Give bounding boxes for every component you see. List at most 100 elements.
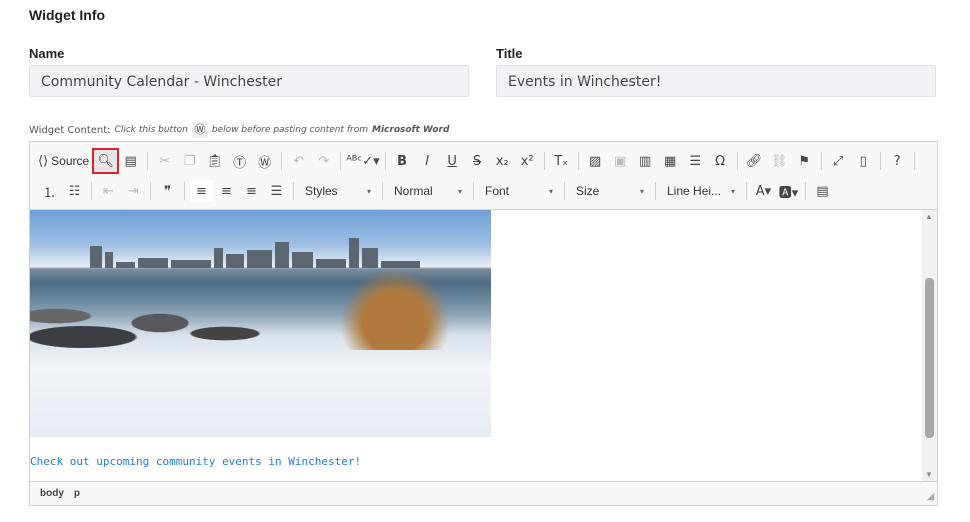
- undo-icon: ↶: [293, 153, 305, 169]
- redo-button[interactable]: ↷: [312, 150, 335, 172]
- blockquote-button[interactable]: ❞: [156, 180, 179, 202]
- paste-button[interactable]: 📋︎: [203, 150, 226, 172]
- scroll-up-icon[interactable]: ▲: [925, 212, 933, 221]
- text-color-icon: A▾: [755, 183, 772, 199]
- anchor-icon: ⚑: [798, 153, 810, 169]
- paste-text-button[interactable]: Ⓣ: [228, 150, 251, 172]
- image-button[interactable]: ▨: [584, 150, 607, 172]
- toolbar-separator: [281, 152, 283, 170]
- source-button[interactable]: ⟨⟩ Source: [38, 150, 92, 172]
- help-icon: ?: [893, 153, 901, 169]
- align-center-button[interactable]: ≡: [215, 180, 238, 202]
- content-paragraph[interactable]: Check out upcoming community events in W…: [30, 455, 361, 468]
- indent-icon: ⇥: [128, 183, 139, 199]
- bulleted-list-button[interactable]: ☷: [63, 180, 86, 202]
- resize-grip-icon[interactable]: ◢: [927, 491, 934, 502]
- paste-icon: 📋︎: [206, 153, 223, 169]
- numbered-list-button[interactable]: ⒈: [38, 180, 61, 202]
- table-button[interactable]: ▦: [659, 150, 682, 172]
- editor-content[interactable]: Check out upcoming community events in W…: [30, 210, 922, 481]
- horizontal-rule-icon: ☰: [689, 153, 701, 169]
- title-label: Title: [496, 46, 523, 61]
- name-label: Name: [29, 46, 65, 61]
- unlink-button[interactable]: ⛓: [768, 150, 791, 172]
- format-dropdown[interactable]: Normal ▾: [388, 180, 468, 202]
- align-right-button[interactable]: ≡: [240, 180, 263, 202]
- size-dropdown[interactable]: Size ▾: [570, 180, 650, 202]
- preview-icon: 🔍︎: [97, 153, 114, 169]
- scroll-down-icon[interactable]: ▼: [925, 470, 933, 479]
- scrollbar-thumb[interactable]: [925, 278, 934, 438]
- chevron-down-icon: ▾: [457, 186, 462, 196]
- toolbar-separator: [879, 152, 881, 170]
- blockquote-icon: ❞: [164, 183, 171, 199]
- maximize-icon: ⤢: [832, 153, 844, 169]
- align-left-icon: ≡: [196, 183, 207, 199]
- bold-button[interactable]: B: [391, 150, 414, 172]
- iframe-button[interactable]: ▥: [634, 150, 657, 172]
- align-center-icon: ≡: [221, 183, 232, 199]
- toolbar-separator: [655, 182, 656, 200]
- templates-button[interactable]: ▤: [119, 150, 142, 172]
- spellcheck-button[interactable]: ᴬᴮᶜ✓▾: [346, 150, 379, 172]
- flash-icon: ▣: [613, 153, 627, 169]
- subscript-button[interactable]: x₂: [491, 150, 514, 172]
- show-blocks-button[interactable]: ▯: [852, 150, 875, 172]
- horizontal-rule-button[interactable]: ☰: [684, 150, 707, 172]
- flash-button[interactable]: ▣: [609, 150, 632, 172]
- document-button[interactable]: ▤: [811, 180, 834, 202]
- text-color-button[interactable]: A▾: [752, 180, 775, 202]
- italic-button[interactable]: I: [416, 150, 439, 172]
- rocks: [30, 295, 290, 365]
- path-body[interactable]: body: [40, 488, 64, 499]
- name-input[interactable]: Community Calendar - Winchester: [29, 65, 469, 97]
- toolbar-separator: [150, 182, 151, 200]
- rich-text-editor: ⟨⟩ Source 🔍︎ ▤ ✂ ❐ 📋︎ Ⓣ Ⓦ ↶ ↷ ᴬᴮᶜ✓▾ B I U Sx₂ x² Tₓ ▨ ▣ ▥ ▦ ☰ Ω…: [29, 141, 938, 506]
- path-p[interactable]: p: [74, 488, 80, 499]
- preview-button[interactable]: 🔍︎: [92, 148, 120, 174]
- outdent-icon: ⇤: [103, 183, 114, 199]
- superscript-button[interactable]: x²: [516, 150, 539, 172]
- special-char-button[interactable]: Ω: [709, 150, 732, 172]
- align-right-icon: ≡: [246, 183, 257, 199]
- format-value: Normal: [394, 184, 433, 198]
- toolbar-separator: [913, 152, 915, 170]
- title-input[interactable]: Events in Winchester!: [496, 65, 936, 97]
- image-icon: ▨: [588, 153, 602, 169]
- superscript-icon: x²: [520, 153, 534, 169]
- indent-button[interactable]: ⇥: [122, 180, 145, 202]
- strikethrough-button[interactable]: S: [466, 150, 489, 172]
- redo-icon: ↷: [318, 153, 330, 169]
- line-height-dropdown[interactable]: Line Hei... ▾: [661, 180, 741, 202]
- spellcheck-icon: ᴬᴮᶜ✓▾: [346, 153, 380, 169]
- cut-button[interactable]: ✂: [153, 150, 176, 172]
- label-text: Widget Content:: [29, 124, 111, 136]
- cut-icon: ✂: [159, 153, 171, 169]
- section-title: Widget Info: [29, 7, 106, 23]
- toolbar-separator: [91, 182, 92, 200]
- align-left-button[interactable]: ≡: [190, 180, 213, 202]
- background-color-button[interactable]: 🅰▾: [777, 180, 800, 202]
- outdent-button[interactable]: ⇤: [97, 180, 120, 202]
- styles-dropdown[interactable]: Styles ▾: [299, 180, 377, 202]
- remove-format-icon: Tₓ: [554, 153, 568, 169]
- copy-button[interactable]: ❐: [178, 150, 201, 172]
- font-dropdown[interactable]: Font ▾: [479, 180, 559, 202]
- help-button[interactable]: ?: [886, 150, 909, 172]
- toolbar-separator: [384, 152, 386, 170]
- maximize-button[interactable]: ⤢: [827, 150, 850, 172]
- justify-button[interactable]: ☰: [265, 180, 288, 202]
- underline-button[interactable]: U: [441, 150, 464, 172]
- editor-scrollbar[interactable]: ▲ ▼: [922, 210, 937, 481]
- undo-button[interactable]: ↶: [287, 150, 310, 172]
- toolbar-separator: [293, 182, 294, 200]
- remove-format-button[interactable]: Tₓ: [550, 150, 573, 172]
- city-winter-photo: [30, 210, 491, 437]
- line-height-value: Line Hei...: [667, 184, 722, 198]
- anchor-button[interactable]: ⚑: [793, 150, 816, 172]
- copy-icon: ❐: [183, 153, 196, 169]
- bold-icon: B: [397, 153, 408, 169]
- link-button[interactable]: 🔗︎: [743, 150, 766, 172]
- toolbar-separator: [473, 182, 474, 200]
- paste-word-button[interactable]: Ⓦ: [253, 150, 276, 172]
